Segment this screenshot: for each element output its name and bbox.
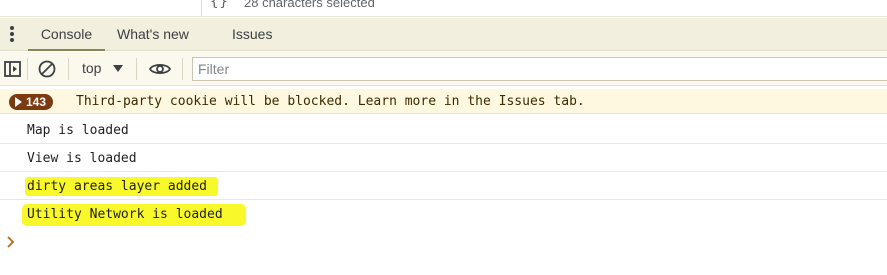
warning-text: Third-party cookie will be blocked. Lear… [76,94,585,109]
filter-input[interactable] [192,57,887,81]
warning-message: 143 Third-party cookie will be blocked. … [0,89,887,114]
clear-console-icon[interactable] [37,59,57,79]
toolbar-divider [182,58,183,80]
status-divider [201,0,202,17]
drawer-tabbar: Console What's new Issues [0,18,887,51]
chevron-down-icon[interactable] [113,65,123,72]
issues-count-badge[interactable]: 143 [9,94,54,110]
toolbar-divider [27,58,28,80]
expand-icon [15,97,22,107]
console-message: Map is loaded [0,116,887,144]
console-message: dirty areas layer added [0,172,887,200]
context-selector[interactable]: top [82,60,101,76]
message-text: Utility Network is loaded [27,207,223,222]
console-message: View is loaded [0,144,887,172]
tab-whats-new[interactable]: What's new [117,18,189,51]
selection-status: 28 characters selected [244,0,375,10]
message-text: dirty areas layer added [27,179,208,194]
message-text: View is loaded [27,151,137,166]
issues-count: 143 [26,95,47,109]
console-message: Utility Network is loaded [0,200,887,228]
chevron-right-icon[interactable] [6,234,16,250]
toolbar-divider [68,58,69,80]
console-toolbar: top [0,52,887,86]
tab-console[interactable]: Console [28,18,105,51]
toolbar-divider [136,58,137,80]
message-text: Map is loaded [27,123,129,138]
status-strip: {} 28 characters selected [0,0,887,17]
braces-icon: {} [210,0,229,10]
tab-issues[interactable]: Issues [232,18,272,51]
more-options-icon[interactable] [6,26,18,43]
sidebar-toggle-icon[interactable] [3,59,23,79]
eye-icon[interactable] [148,59,172,79]
